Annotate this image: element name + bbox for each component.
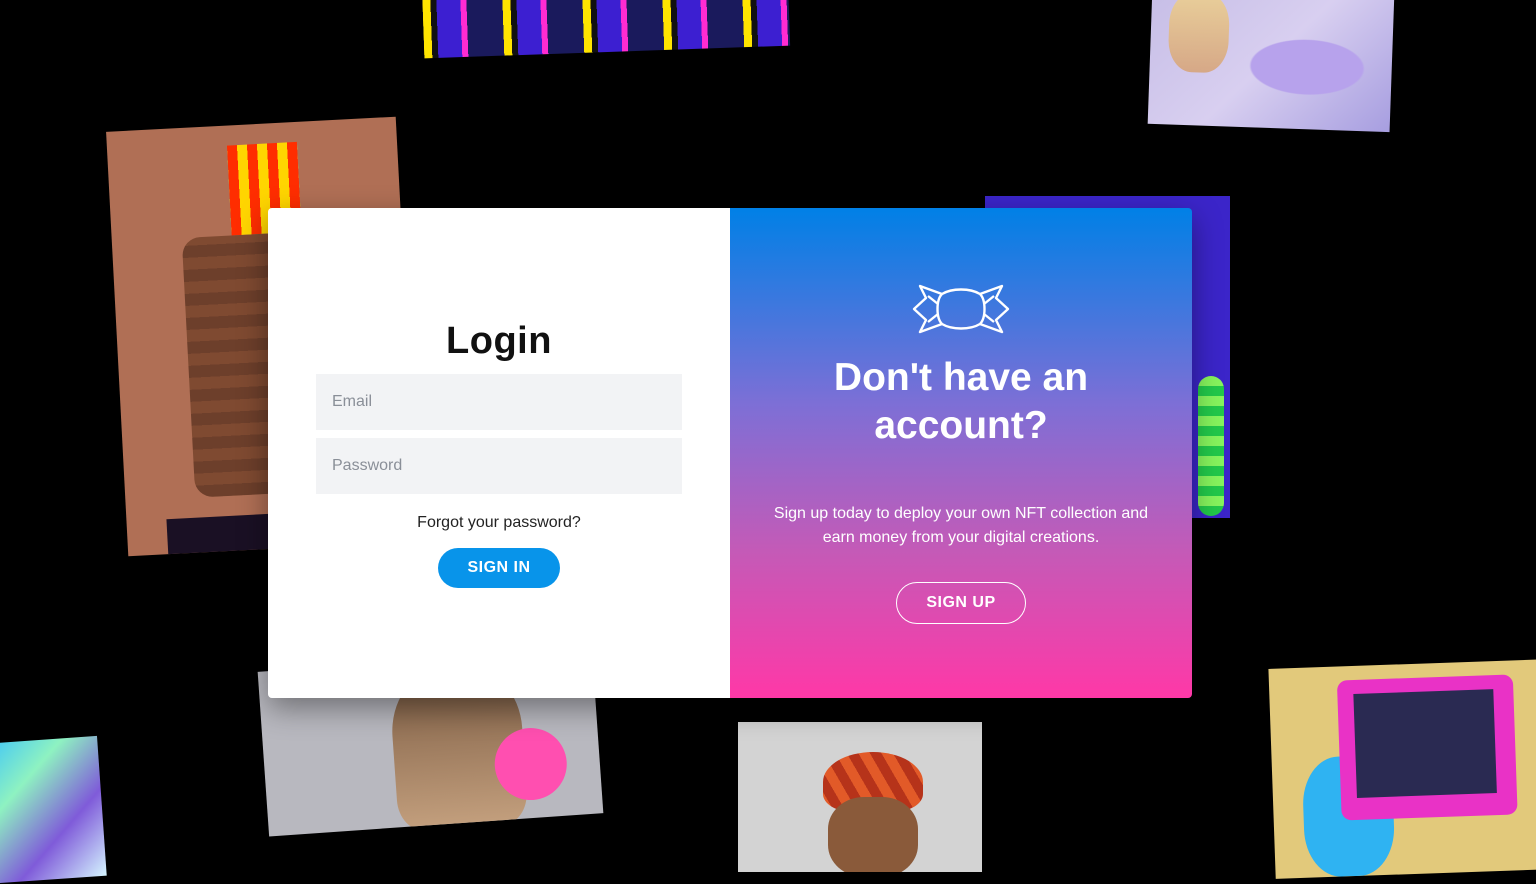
sign-up-button[interactable]: SIGN UP (896, 582, 1026, 624)
nft-artwork-top (421, 0, 791, 59)
login-panel: Login Forgot your password? SIGN IN (268, 208, 730, 698)
password-input[interactable] (316, 438, 682, 494)
signup-panel: Don't have an account? Sign up today to … (730, 208, 1192, 698)
nft-artwork-figure (1147, 0, 1395, 133)
sign-in-button[interactable]: SIGN IN (438, 548, 560, 588)
signup-description: Sign up today to deploy your own NFT col… (773, 505, 1149, 546)
candy-icon (912, 284, 1010, 334)
signup-title: Don't have an account? (833, 356, 1089, 447)
nft-artwork-samurai (738, 722, 982, 872)
auth-card: Login Forgot your password? SIGN IN Don'… (268, 208, 1192, 698)
nft-artwork-holographic (0, 735, 107, 884)
forgot-password-link[interactable]: Forgot your password? (417, 514, 581, 532)
email-input[interactable] (316, 374, 682, 430)
nft-artwork-tv-head (1268, 659, 1536, 879)
login-title: Login (446, 320, 552, 362)
